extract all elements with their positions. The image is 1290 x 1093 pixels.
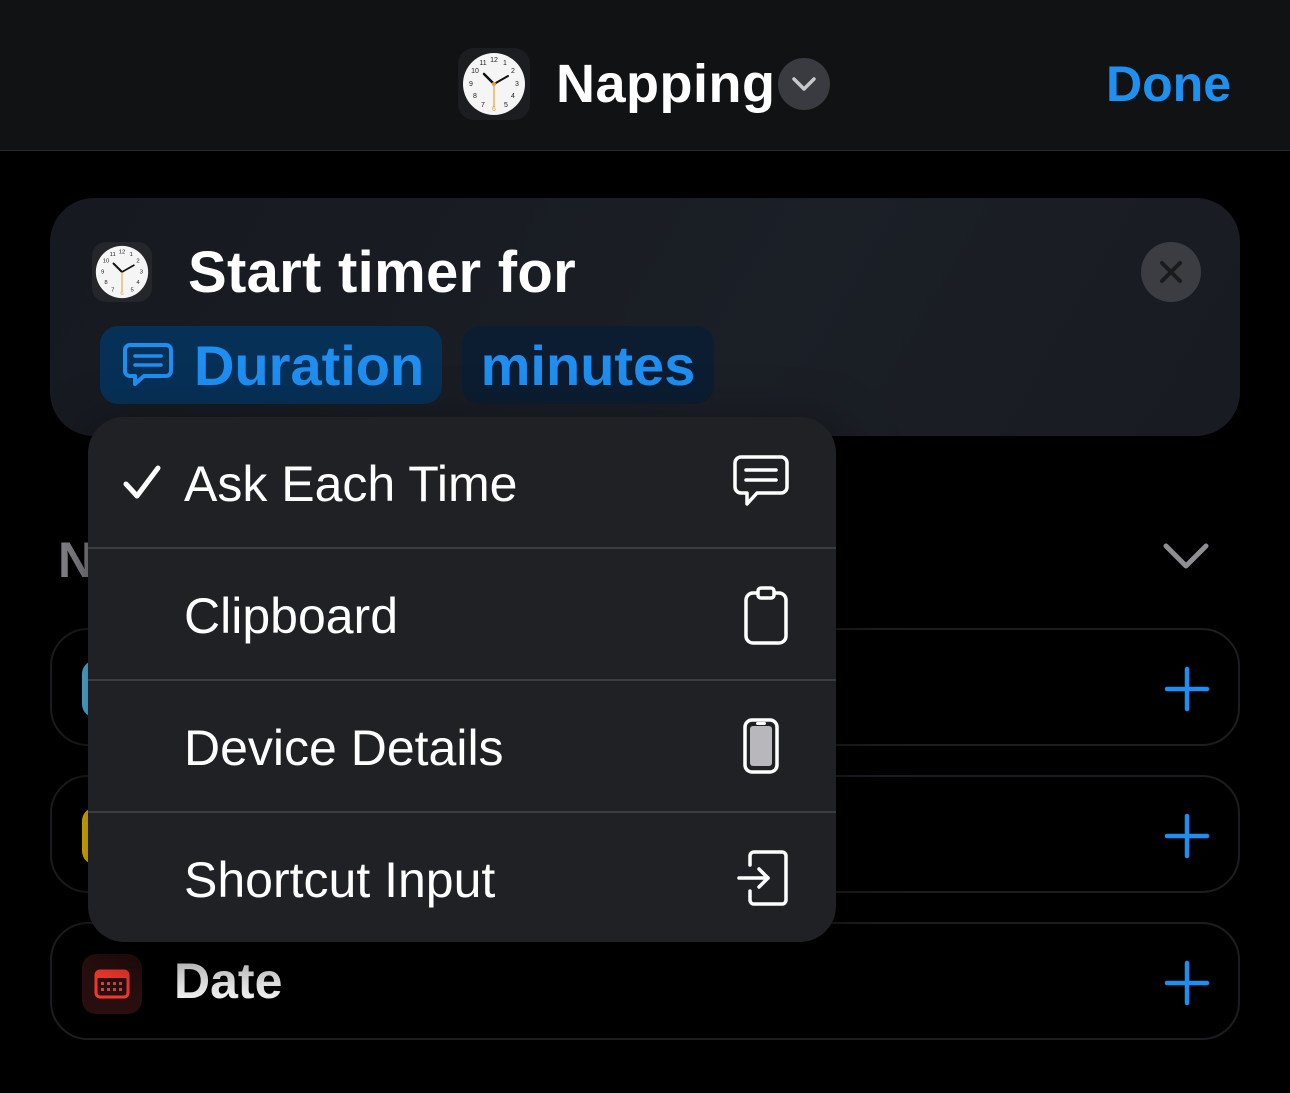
- action-title: Start timer for: [188, 240, 577, 305]
- svg-text:1: 1: [503, 60, 507, 67]
- svg-text:12: 12: [490, 57, 498, 64]
- variable-menu: Ask Each Time Clipboard Device Details S…: [88, 417, 836, 942]
- svg-text:1: 1: [130, 252, 133, 258]
- clock-icon[interactable]: 12 1 2 345 678 9 10 11: [458, 48, 530, 120]
- svg-text:11: 11: [479, 60, 486, 67]
- shortcut-input-icon: [736, 849, 790, 914]
- list-item-label: Date: [174, 953, 283, 1009]
- svg-text:11: 11: [110, 252, 116, 258]
- add-icon[interactable]: [1164, 666, 1210, 717]
- svg-text:3: 3: [515, 81, 519, 88]
- svg-text:7: 7: [481, 102, 485, 109]
- svg-text:6: 6: [492, 106, 496, 113]
- shortcut-title[interactable]: Napping: [556, 52, 775, 116]
- done-button[interactable]: Done: [1106, 54, 1231, 114]
- menu-item-label: Shortcut Input: [184, 852, 496, 908]
- duration-token[interactable]: Duration: [100, 326, 442, 404]
- svg-text:2: 2: [136, 259, 139, 265]
- duration-token-label: Duration: [194, 333, 425, 397]
- chevron-down-icon[interactable]: [778, 58, 830, 110]
- menu-item-shortcut-input[interactable]: Shortcut Input: [88, 811, 836, 942]
- speech-bubble-icon: [732, 453, 790, 514]
- menu-item-label: Device Details: [184, 720, 504, 776]
- close-icon[interactable]: [1141, 242, 1201, 302]
- clock-icon: 12 3 69 10 11 1 245 78: [92, 242, 152, 302]
- menu-item-label: Ask Each Time: [184, 456, 518, 512]
- minutes-token[interactable]: minutes: [462, 326, 714, 404]
- svg-text:12: 12: [119, 249, 126, 255]
- calendar-icon: [82, 954, 142, 1014]
- svg-text:10: 10: [471, 68, 479, 75]
- add-icon[interactable]: [1164, 813, 1210, 864]
- chevron-down-icon[interactable]: [1160, 540, 1212, 579]
- speech-bubble-icon: [122, 341, 174, 389]
- svg-text:5: 5: [504, 102, 508, 109]
- navigation-bar: 12 1 2 345 678 9 10 11 Napping Done: [0, 0, 1290, 151]
- svg-text:9: 9: [101, 270, 104, 276]
- menu-item-device-details[interactable]: Device Details: [88, 679, 836, 812]
- svg-text:9: 9: [469, 81, 473, 88]
- phone-icon: [742, 717, 780, 780]
- menu-item-ask-each-time[interactable]: Ask Each Time: [88, 417, 836, 548]
- svg-text:8: 8: [473, 93, 477, 100]
- svg-text:7: 7: [111, 287, 114, 293]
- add-icon[interactable]: [1164, 960, 1210, 1011]
- clipboard-icon: [742, 585, 790, 652]
- svg-text:10: 10: [103, 259, 110, 265]
- svg-text:2: 2: [511, 68, 515, 75]
- svg-text:4: 4: [511, 93, 515, 100]
- menu-item-clipboard[interactable]: Clipboard: [88, 547, 836, 680]
- checkmark-icon: [122, 463, 162, 508]
- menu-item-label: Clipboard: [184, 588, 399, 644]
